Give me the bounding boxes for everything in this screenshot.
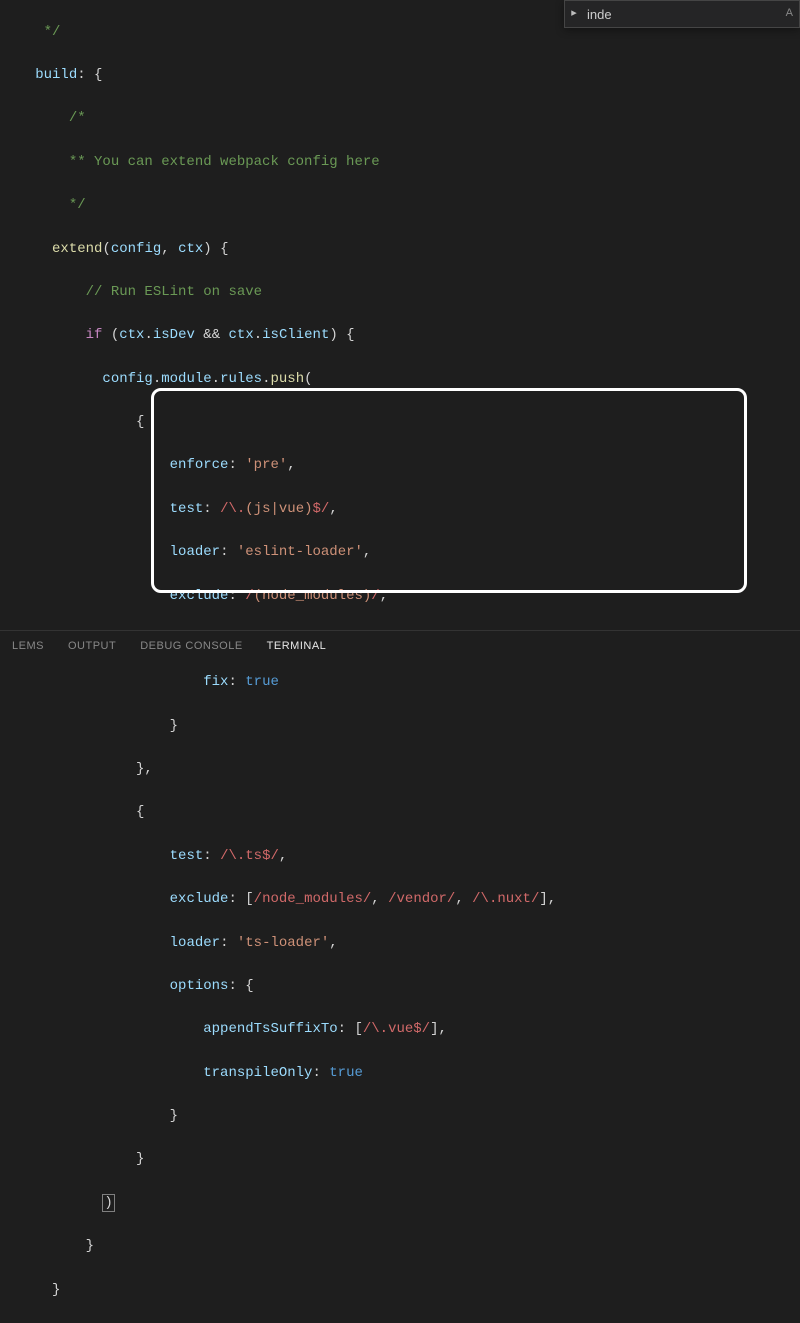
regex: /\.ts$/ [220, 848, 279, 864]
prop: isDev [153, 327, 195, 343]
regex: /\. [220, 501, 245, 517]
find-widget[interactable]: ▸ A [564, 0, 800, 28]
tab-terminal[interactable]: TERMINAL [255, 638, 339, 655]
regex: / [245, 588, 253, 604]
prop-loader: loader [170, 544, 220, 560]
regex: (node_modules) [254, 588, 372, 604]
regex: /node_modules/ [254, 891, 372, 907]
method-extend: extend [52, 241, 102, 257]
op-and: && [203, 327, 220, 343]
panel-tabs: LEMS OUTPUT DEBUG CONSOLE TERMINAL [0, 630, 800, 662]
regex: /\.nuxt/ [472, 891, 539, 907]
regex: /\.vue$/ [363, 1021, 430, 1037]
prop-test: test [170, 848, 204, 864]
keyword-if: if [86, 327, 103, 343]
tab-output[interactable]: OUTPUT [56, 638, 128, 655]
method-push: push [271, 371, 305, 387]
prop: module [161, 371, 211, 387]
regex: (js|vue) [245, 501, 312, 517]
regex: /vendor/ [388, 891, 455, 907]
prop-transpileonly: transpileOnly [203, 1065, 312, 1081]
bool: true [329, 1065, 363, 1081]
tab-debug-console[interactable]: DEBUG CONSOLE [128, 638, 254, 655]
prop-exclude: exclude [170, 588, 229, 604]
comment: ** You can extend webpack config here [69, 154, 380, 170]
prop-loader: loader [170, 935, 220, 951]
prop-build: build [35, 67, 77, 83]
string: 'ts-loader' [237, 935, 329, 951]
comment: */ [44, 24, 61, 40]
bool: true [245, 674, 279, 690]
chevron-right-icon[interactable]: ▸ [565, 5, 583, 22]
tab-problems[interactable]: LEMS [0, 638, 56, 655]
ident: ctx [119, 327, 144, 343]
prop: rules [220, 371, 262, 387]
comment: // Run ESLint on save [86, 284, 262, 300]
param: config [111, 241, 161, 257]
prop: isClient [262, 327, 329, 343]
prop-enforce: enforce [170, 457, 229, 473]
regex: / [371, 588, 379, 604]
string: 'eslint-loader' [237, 544, 363, 560]
comment: */ [69, 197, 86, 213]
prop-test: test [170, 501, 204, 517]
find-trail: A [780, 5, 799, 22]
ident: ctx [229, 327, 254, 343]
ident: config [102, 371, 152, 387]
regex: $/ [313, 501, 330, 517]
param: ctx [178, 241, 203, 257]
prop-exclude: exclude [170, 891, 229, 907]
find-input[interactable] [583, 5, 780, 24]
prop-fix: fix [203, 674, 228, 690]
cursor-bracket: ) [102, 1194, 114, 1212]
string: 'pre' [245, 457, 287, 473]
prop-appendtssuffixto: appendTsSuffixTo [203, 1021, 337, 1037]
comment: /* [69, 110, 86, 126]
prop-options: options [170, 978, 229, 994]
